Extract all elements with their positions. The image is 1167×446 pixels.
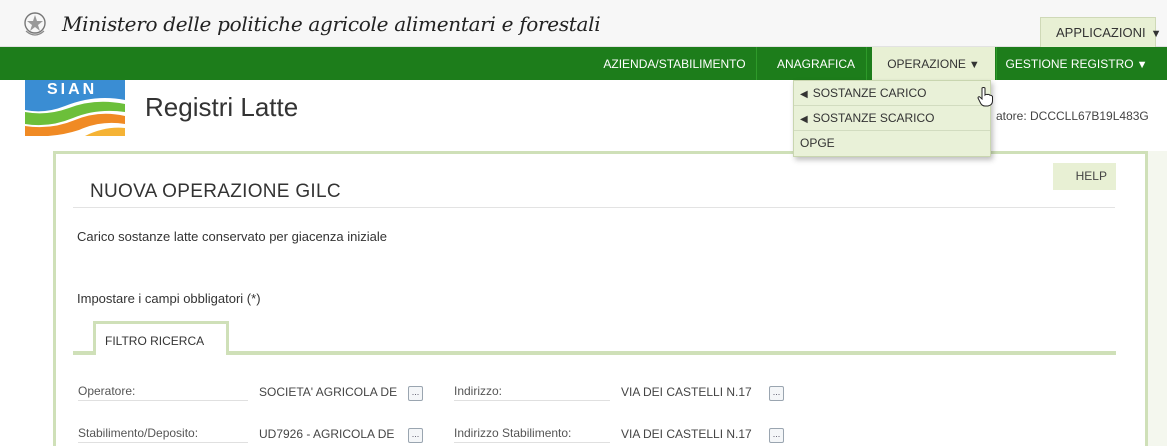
operazione-dropdown-menu: ◀ SOSTANZE CARICO ◀ SOSTANZE SCARICO OPGE	[793, 80, 991, 157]
chevron-down-icon: ▼	[968, 59, 980, 71]
title-divider	[73, 207, 1115, 208]
menu-item-sostanze-carico[interactable]: ◀ SOSTANZE CARICO	[794, 81, 990, 106]
operatore-lookup-button[interactable]: ...	[408, 386, 423, 401]
nav-divider	[756, 47, 757, 80]
nav-azienda-stabilimento[interactable]: AZIENDA/STABILIMENTO	[593, 47, 756, 80]
nav-divider	[996, 47, 997, 80]
nav-operazione[interactable]: OPERAZIONE ▼	[872, 47, 995, 80]
menu-item-sostanze-scarico[interactable]: ◀ SOSTANZE SCARICO	[794, 106, 990, 131]
indirizzo-stabilimento-value: VIA DEI CASTELLI N.17	[621, 427, 752, 441]
nav-divider	[866, 47, 867, 80]
side-strip	[1148, 151, 1167, 446]
tab-filtro-ricerca[interactable]: FILTRO RICERCA	[93, 321, 229, 354]
app-title: Registri Latte	[145, 92, 299, 122]
menu-item-label: OPGE	[800, 136, 835, 150]
operation-description: Carico sostanze latte conservato per gia…	[77, 229, 388, 244]
indirizzo-stabilimento-lookup-button[interactable]: ...	[769, 428, 784, 443]
operator-info: atore: DCCCLL67B19L483G	[996, 109, 1149, 123]
page-title: NUOVA OPERAZIONE GILC	[90, 181, 341, 202]
help-button[interactable]: HELP	[1053, 163, 1116, 190]
chevron-down-icon: ▼	[1150, 28, 1162, 40]
stabilimento-value: UD7926 - AGRICOLA DE	[259, 427, 395, 441]
nav-label: AZIENDA/STABILIMENTO	[603, 57, 746, 71]
nav-edge	[1157, 47, 1167, 80]
ministry-name: Ministero delle politiche agricole alime…	[62, 12, 601, 36]
menu-item-opge[interactable]: OPGE	[794, 131, 990, 156]
caret-left-icon: ◀	[800, 89, 808, 100]
menu-item-label: SOSTANZE SCARICO	[812, 111, 935, 125]
nav-anagrafica[interactable]: ANAGRAFICA	[766, 47, 866, 80]
indirizzo-lookup-button[interactable]: ...	[769, 386, 784, 401]
applicazioni-label: APPLICAZIONI	[1056, 25, 1146, 40]
italy-emblem-icon	[24, 12, 46, 36]
tab-underline	[73, 351, 1116, 355]
indirizzo-stabilimento-label: Indirizzo Stabilimento:	[454, 426, 610, 443]
menu-item-label: SOSTANZE CARICO	[812, 86, 927, 100]
required-fields-note: Impostare i campi obbligatori (*)	[77, 291, 261, 306]
nav-label: ANAGRAFICA	[776, 57, 855, 71]
hand-cursor-icon	[977, 87, 993, 107]
sian-logo-text: SIAN	[47, 81, 98, 98]
nav-gestione-registro[interactable]: GESTIONE REGISTRO ▼	[1002, 47, 1151, 80]
indirizzo-value: VIA DEI CASTELLI N.17	[621, 385, 752, 399]
stabilimento-label: Stabilimento/Deposito:	[78, 426, 248, 443]
operatore-value: SOCIETA' AGRICOLA DE	[259, 385, 398, 399]
nav-label: GESTIONE REGISTRO	[1005, 57, 1134, 71]
stabilimento-lookup-button[interactable]: ...	[408, 428, 423, 443]
indirizzo-label: Indirizzo:	[454, 384, 610, 401]
chevron-down-icon: ▼	[1136, 59, 1148, 71]
applicazioni-button[interactable]: APPLICAZIONI ▼	[1040, 17, 1161, 47]
nav-label: OPERAZIONE	[887, 57, 966, 71]
operatore-label: Operatore:	[78, 384, 248, 401]
caret-left-icon: ◀	[800, 114, 808, 125]
